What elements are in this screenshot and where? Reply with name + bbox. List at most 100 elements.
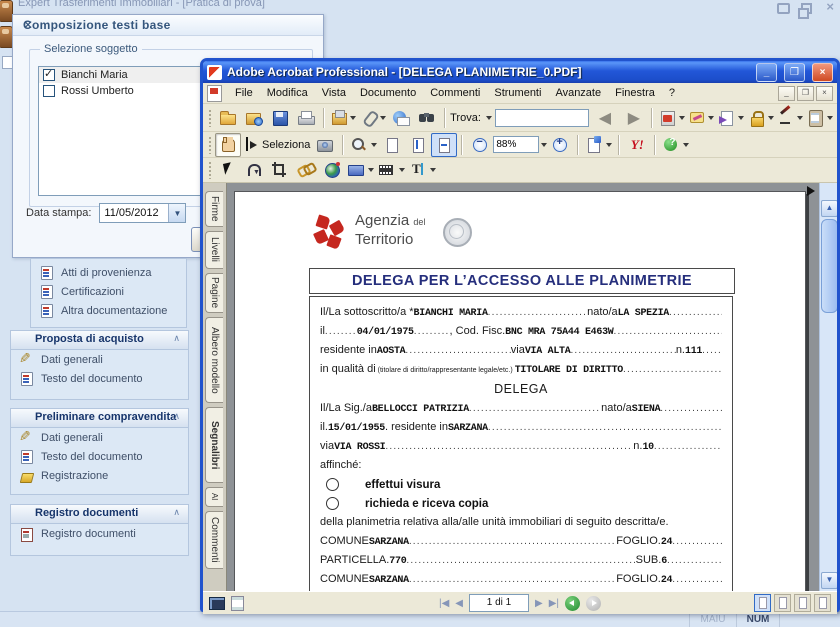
- combine-files-button[interactable]: [329, 106, 359, 130]
- nav-tab-segnalibri[interactable]: Segnalibri: [205, 407, 223, 483]
- dialog-close-icon[interactable]: ✕: [23, 18, 315, 32]
- panel-header[interactable]: Preliminare compravendita: [11, 409, 188, 428]
- sidebar-item[interactable]: Dati generali: [11, 428, 188, 447]
- single-page-layout-button[interactable]: [754, 594, 771, 612]
- panel-header[interactable]: Registro documenti: [11, 505, 188, 524]
- menu-item[interactable]: Documento: [353, 85, 423, 101]
- subject-checkbox[interactable]: [43, 85, 55, 97]
- find-next-button[interactable]: ▶: [621, 106, 647, 130]
- panel-header[interactable]: Proposta di acquisto: [11, 331, 188, 350]
- menu-item[interactable]: Modifica: [260, 85, 315, 101]
- mdi-minimize-button[interactable]: _: [778, 86, 795, 101]
- main-restore-button[interactable]: [801, 3, 812, 14]
- link-tool-button[interactable]: [293, 158, 319, 182]
- touchup-text-tool-button[interactable]: [407, 158, 438, 182]
- sign-button[interactable]: [776, 106, 806, 130]
- previous-page-button[interactable]: ◀: [455, 598, 463, 609]
- acrobat-titlebar[interactable]: Adobe Acrobat Professional - [DELEGA PLA…: [203, 61, 837, 83]
- select-object-tool-button[interactable]: [215, 158, 241, 182]
- open-button[interactable]: [215, 106, 241, 130]
- dialog-titlebar[interactable]: Composizione testi base ✕: [13, 15, 323, 36]
- movie-tool-button[interactable]: [376, 158, 407, 182]
- screen-mode-icon[interactable]: [209, 597, 225, 610]
- zoom-tool-button[interactable]: [348, 133, 379, 157]
- menu-item[interactable]: File: [228, 85, 260, 101]
- radio-icon[interactable]: [326, 478, 339, 491]
- comment-markup-button[interactable]: [687, 106, 717, 130]
- search-button[interactable]: [414, 106, 440, 130]
- chevron-down-icon[interactable]: ▼: [168, 204, 185, 222]
- select-tool-button[interactable]: Seleziona: [241, 133, 312, 157]
- nav-tab-albero-modello[interactable]: Albero modello: [205, 317, 223, 403]
- scrollbar-thumb[interactable]: [821, 219, 837, 313]
- next-view-button[interactable]: [586, 596, 601, 611]
- radio-icon[interactable]: [326, 497, 339, 510]
- fit-width-button[interactable]: [431, 133, 457, 157]
- main-close-icon[interactable]: ×: [826, 0, 834, 14]
- nav-tab-livelli[interactable]: Livelli: [205, 231, 223, 269]
- menu-item[interactable]: Finestra: [608, 85, 662, 101]
- facing-layout-button[interactable]: [794, 594, 811, 612]
- nav-tab-firme[interactable]: Firme: [205, 191, 223, 227]
- organizer-button[interactable]: [241, 106, 267, 130]
- previous-view-button[interactable]: [565, 596, 580, 611]
- sidebar-item[interactable]: Dati generali: [11, 350, 188, 369]
- close-button[interactable]: ×: [812, 63, 833, 82]
- yahoo-search-button[interactable]: Y!: [624, 133, 650, 157]
- help-button[interactable]: [660, 133, 691, 157]
- hand-tool-button[interactable]: [215, 133, 241, 157]
- sidebar-item[interactable]: Testo del documento: [11, 447, 188, 466]
- create-pdf-button[interactable]: [657, 106, 687, 130]
- secure-button[interactable]: [746, 106, 776, 130]
- sidebar-item[interactable]: Testo del documento: [11, 369, 188, 388]
- document-pane[interactable]: Agenzia del Territorio DELEGA PER L’ACCE…: [227, 183, 837, 591]
- nav-tab-pagine[interactable]: Pagine: [205, 273, 223, 313]
- page-display-button[interactable]: [583, 133, 614, 157]
- save-button[interactable]: [267, 106, 293, 130]
- send-for-review-button[interactable]: [716, 106, 746, 130]
- sidebar-item[interactable]: Registro documenti: [11, 524, 188, 543]
- next-page-button[interactable]: ▶: [535, 598, 543, 609]
- 3d-tool-button[interactable]: [319, 158, 345, 182]
- mdi-restore-button[interactable]: ❐: [797, 86, 814, 101]
- sidebar-item[interactable]: Certificazioni: [31, 282, 186, 301]
- sidebar-item[interactable]: Atti di provenienza: [31, 263, 186, 282]
- email-button[interactable]: [388, 106, 414, 130]
- nav-tab-al[interactable]: Al: [205, 487, 223, 507]
- first-page-button[interactable]: |◀: [439, 598, 449, 609]
- actual-size-button[interactable]: [379, 133, 405, 157]
- vertical-scrollbar[interactable]: ▲ ▼: [819, 183, 837, 591]
- subject-checkbox[interactable]: [43, 69, 55, 81]
- menu-item[interactable]: Commenti: [423, 85, 487, 101]
- continuous-facing-layout-button[interactable]: [814, 594, 831, 612]
- menu-item[interactable]: Vista: [315, 85, 353, 101]
- minimize-button[interactable]: _: [756, 63, 777, 82]
- mdi-close-button[interactable]: ×: [816, 86, 833, 101]
- crop-tool-button[interactable]: [267, 158, 293, 182]
- menu-item[interactable]: ?: [662, 85, 682, 101]
- page-size-icon[interactable]: [231, 596, 244, 611]
- form-field-tool-button[interactable]: [345, 158, 376, 182]
- find-input[interactable]: [495, 109, 589, 127]
- last-page-button[interactable]: ▶|: [549, 598, 559, 609]
- find-previous-button[interactable]: ◀: [592, 106, 618, 130]
- page-number-input[interactable]: 1 di 1: [469, 594, 529, 612]
- article-tool-button[interactable]: [241, 158, 267, 182]
- fit-page-button[interactable]: [405, 133, 431, 157]
- snapshot-tool-button[interactable]: [312, 133, 338, 157]
- pane-options-icon[interactable]: [807, 186, 815, 196]
- print-button[interactable]: [293, 106, 319, 130]
- main-minimize-button[interactable]: [777, 3, 790, 14]
- forms-button[interactable]: [805, 106, 835, 130]
- scroll-up-icon[interactable]: ▲: [821, 200, 837, 217]
- find-options-icon[interactable]: [486, 116, 492, 120]
- zoom-out-button[interactable]: [467, 133, 493, 157]
- scroll-down-icon[interactable]: ▼: [821, 572, 837, 589]
- date-combobox[interactable]: 11/05/2012 ▼: [99, 203, 186, 223]
- menu-item[interactable]: Avanzate: [548, 85, 608, 101]
- attach-button[interactable]: [358, 106, 388, 130]
- restore-button[interactable]: ❐: [784, 63, 805, 82]
- menu-item[interactable]: Strumenti: [487, 85, 548, 101]
- sidebar-item[interactable]: Altra documentazione: [31, 301, 186, 320]
- zoom-in-button[interactable]: [547, 133, 573, 157]
